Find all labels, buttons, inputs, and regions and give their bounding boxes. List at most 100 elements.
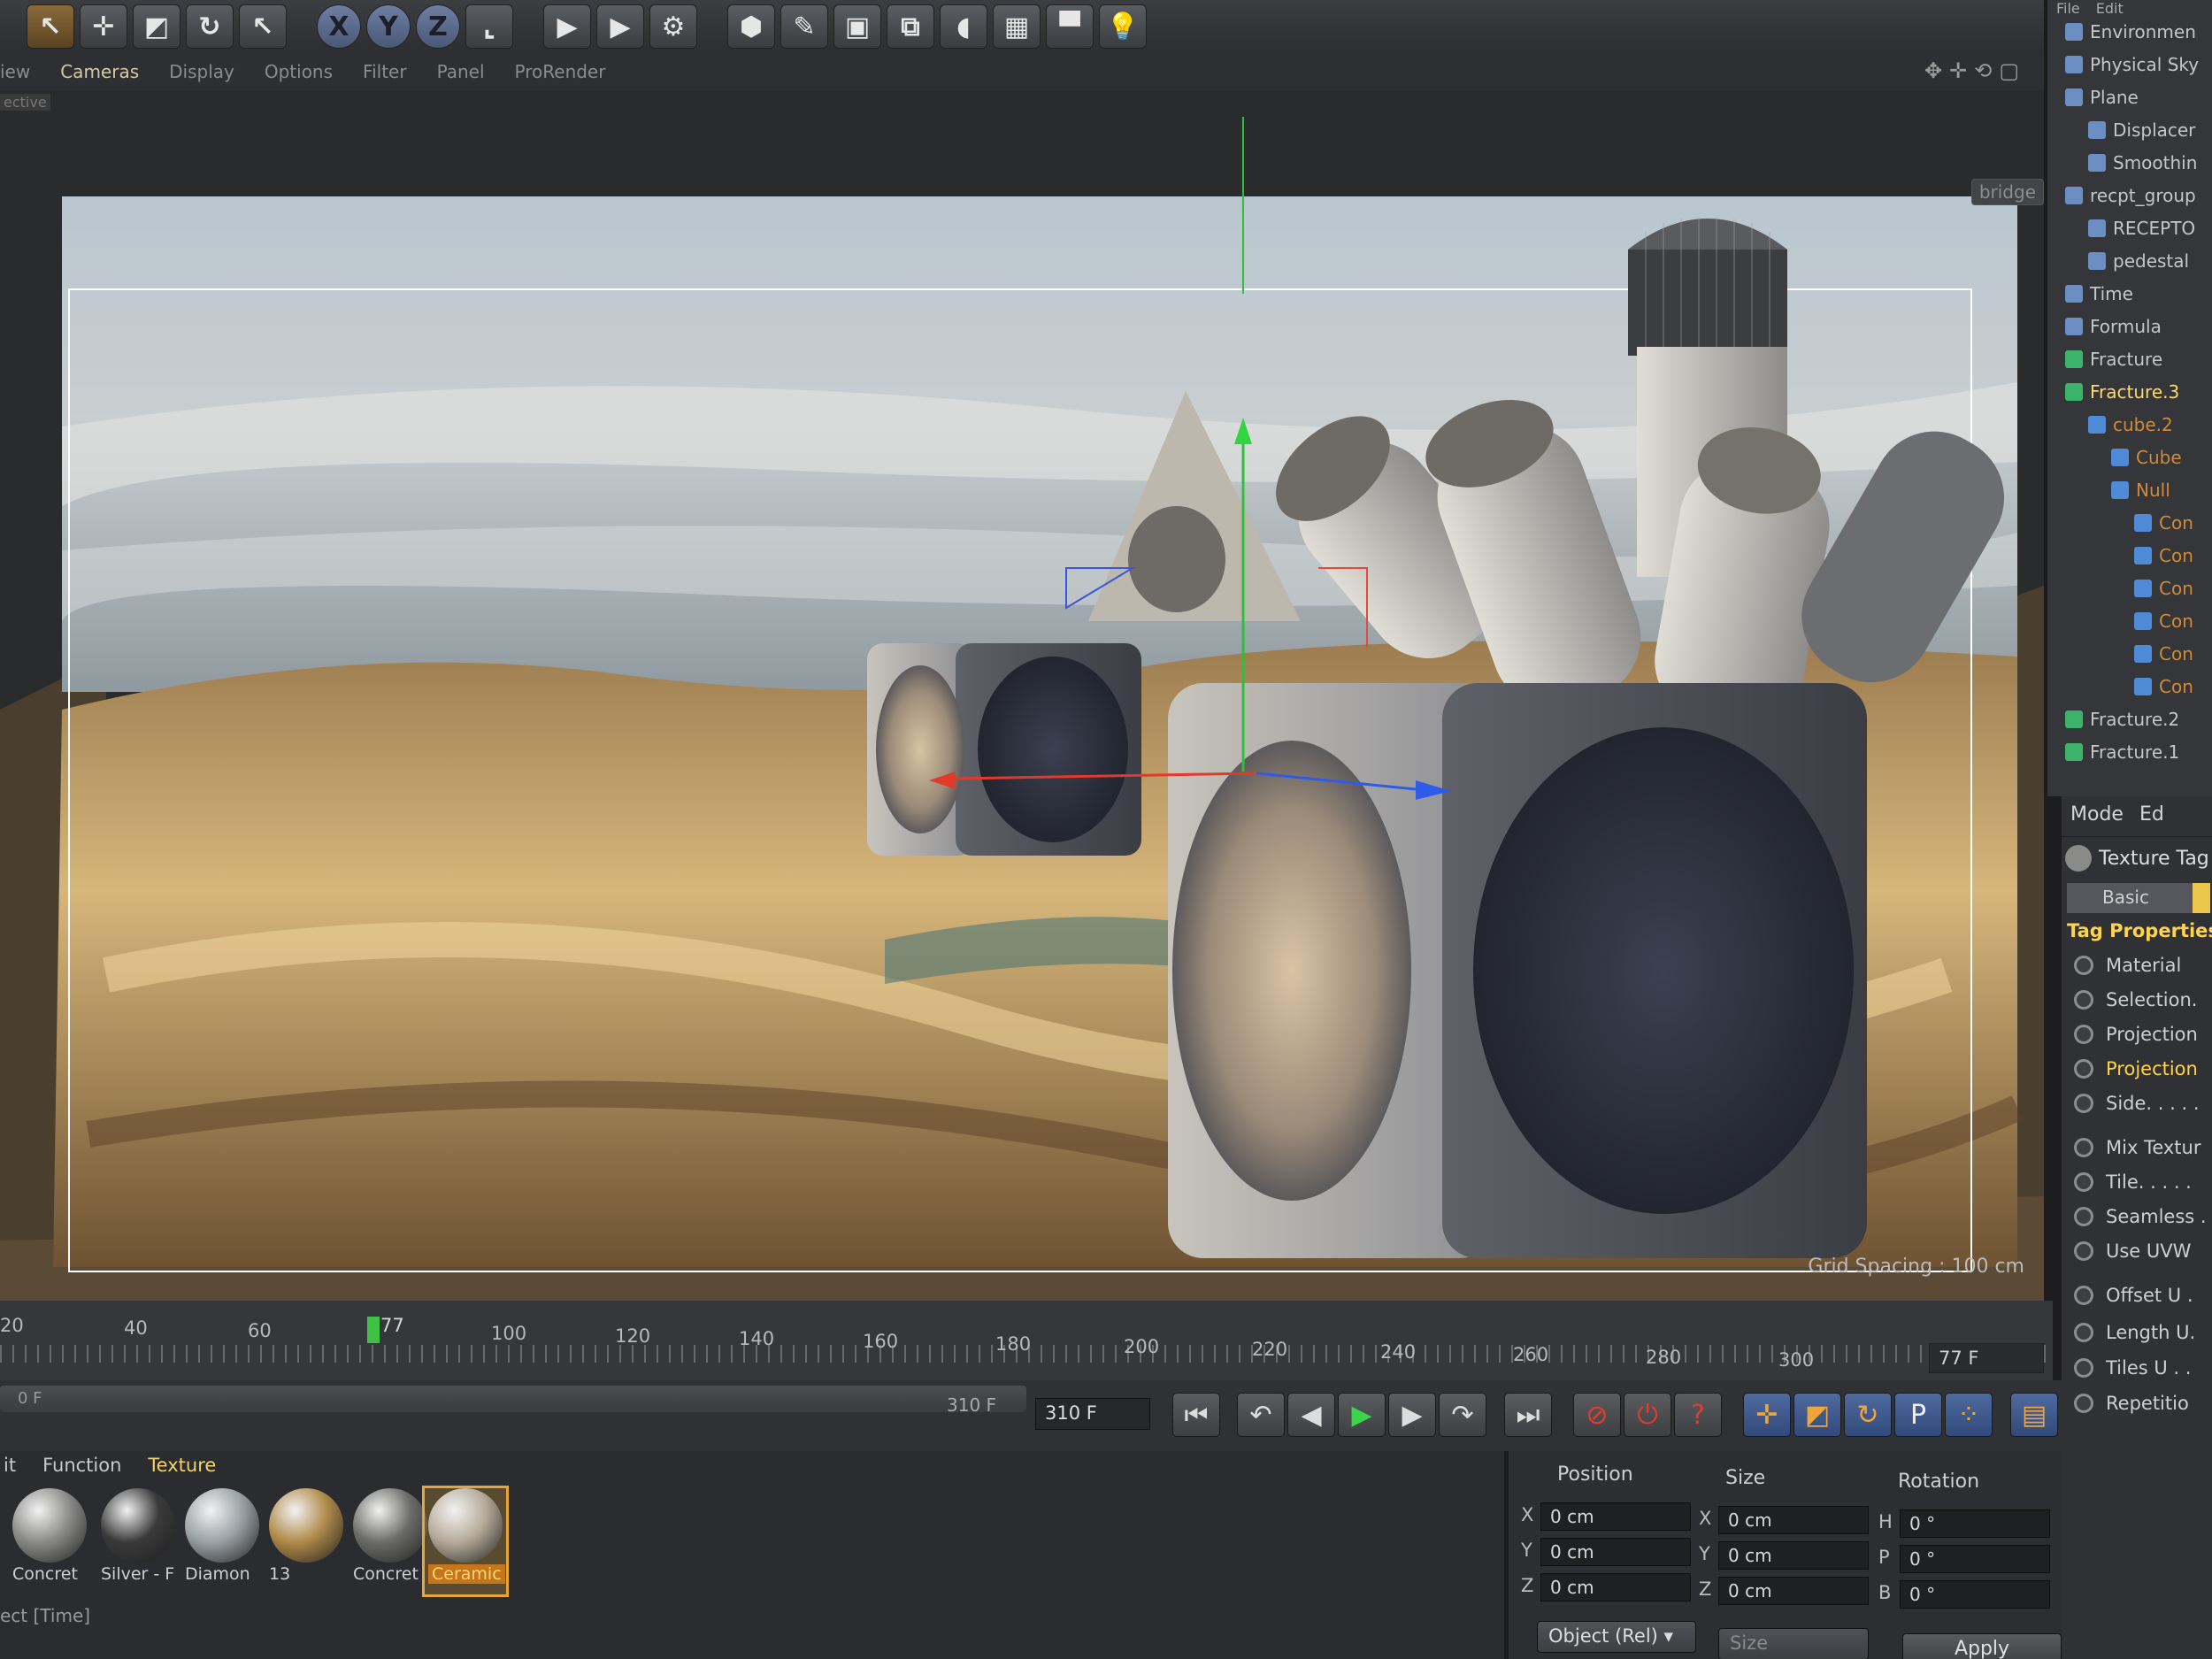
object-tree-item[interactable]: Fracture xyxy=(2065,343,2162,375)
x-axis-lock[interactable]: X xyxy=(317,4,361,49)
object-tree-item[interactable]: recpt_group xyxy=(2065,180,2196,211)
object-tree-item[interactable]: Con xyxy=(2134,605,2193,637)
object-menu-item[interactable]: File xyxy=(2056,0,2080,17)
object-tree-item[interactable]: Fracture.1 xyxy=(2065,736,2179,768)
animate-radio-icon[interactable] xyxy=(2074,1286,2093,1305)
timeline-window-button[interactable]: ▤ xyxy=(2010,1393,2058,1437)
record-point-level-button[interactable]: ⁘ xyxy=(1945,1393,1993,1437)
rotation-b-field[interactable]: 0 ° xyxy=(1900,1580,2050,1609)
view-menu-item-options[interactable]: Options xyxy=(265,61,333,82)
object-tree-item[interactable]: Con xyxy=(2134,507,2193,539)
render-settings-icon[interactable]: ⚙ xyxy=(649,4,697,49)
size-y-field[interactable]: 0 cm xyxy=(1718,1541,1869,1570)
tag-property-row[interactable]: Length U. xyxy=(2074,1318,2195,1347)
animate-radio-icon[interactable] xyxy=(2074,1394,2093,1413)
object-tree-item[interactable]: RECEPTO xyxy=(2088,212,2195,244)
position-y-field[interactable]: 0 cm xyxy=(1540,1538,1691,1566)
object-tree-item[interactable]: Plane xyxy=(2065,81,2139,113)
object-menu-item[interactable]: Edit xyxy=(2096,0,2124,17)
apply-button[interactable]: Apply xyxy=(1902,1633,2062,1659)
coordinate-mode-dropdown[interactable]: Object (Rel) ▾ xyxy=(1537,1621,1696,1653)
record-active-objects-button[interactable]: ⊘ xyxy=(1573,1393,1621,1437)
animate-radio-icon[interactable] xyxy=(2074,1025,2093,1044)
tab-basic[interactable]: Basic xyxy=(2067,883,2200,913)
rotate-icon[interactable]: ↻ xyxy=(186,4,234,49)
animate-radio-icon[interactable] xyxy=(2074,1172,2093,1192)
object-tree-item[interactable]: Displacer xyxy=(2088,114,2195,146)
previous-frame-button[interactable]: ◀ xyxy=(1287,1393,1335,1437)
camera-icon[interactable]: ▀ xyxy=(1046,4,1094,49)
tag-property-row[interactable]: Material xyxy=(2074,951,2181,979)
position-z-field[interactable]: 0 cm xyxy=(1540,1573,1691,1601)
tab-tag-marker[interactable] xyxy=(2193,883,2210,913)
render-picture-viewer-icon[interactable]: ▶ xyxy=(596,4,644,49)
view-menu-item-prorender[interactable]: ProRender xyxy=(515,61,606,82)
record-position-button[interactable]: ✛ xyxy=(1743,1393,1791,1437)
tag-property-row[interactable]: Seamless . xyxy=(2074,1202,2207,1231)
material-swatch[interactable]: Ceramic xyxy=(422,1486,509,1597)
light-icon[interactable]: 💡 xyxy=(1099,4,1147,49)
move-icon[interactable]: ✛ xyxy=(80,4,127,49)
bridge-badge[interactable]: bridge xyxy=(1970,179,2044,205)
record-scale-button[interactable]: ◩ xyxy=(1793,1393,1841,1437)
array-icon[interactable]: ⧉ xyxy=(887,4,934,49)
timeline-ruler[interactable]: 77 77 F 20 40 60 100 120 140 160 180 200 220 240 26… xyxy=(0,1301,2053,1380)
object-tree-item[interactable]: Con xyxy=(2134,572,2193,604)
animate-radio-icon[interactable] xyxy=(2074,1059,2093,1079)
pen-icon[interactable]: ✎ xyxy=(780,4,828,49)
view-menu-item-panel[interactable]: Panel xyxy=(437,61,485,82)
previous-keyframe-button[interactable]: ↶ xyxy=(1237,1393,1285,1437)
go-to-end-button[interactable]: ⏭ xyxy=(1504,1393,1552,1437)
view-menu-item-display[interactable]: Display xyxy=(169,61,234,82)
floor-icon[interactable]: ▦ xyxy=(993,4,1041,49)
object-tree-item[interactable]: Null xyxy=(2111,474,2170,506)
position-x-field[interactable]: 0 cm xyxy=(1540,1502,1691,1531)
object-tree-item[interactable]: Time xyxy=(2065,278,2133,310)
cube-icon[interactable]: ⬢ xyxy=(727,4,775,49)
object-tree-item[interactable]: pedestal xyxy=(2088,245,2189,277)
animate-radio-icon[interactable] xyxy=(2074,990,2093,1010)
render-view-icon[interactable]: ▶ xyxy=(543,4,591,49)
viewport-navigation-icons[interactable]: ✥✛⟲▢ xyxy=(1924,58,2026,83)
record-rotation-button[interactable]: ↻ xyxy=(1844,1393,1892,1437)
material-menu-item[interactable]: Texture xyxy=(148,1451,216,1483)
coordinate-system-icon[interactable]: ⌞ xyxy=(465,4,513,49)
preview-range-slider[interactable]: 0 F 310 F xyxy=(0,1386,1026,1416)
tag-property-row[interactable]: Projection xyxy=(2074,1020,2198,1048)
object-tree-item[interactable]: Fracture.2 xyxy=(2065,703,2179,735)
size-mode-dropdown[interactable]: Size xyxy=(1718,1628,1869,1659)
object-tree-item[interactable]: Con xyxy=(2134,540,2193,572)
play-button[interactable]: ▶ xyxy=(1338,1393,1386,1437)
animate-radio-icon[interactable] xyxy=(2074,956,2093,975)
object-tree-item[interactable]: Con xyxy=(2134,671,2193,703)
tag-property-row[interactable]: Tile. . . . . xyxy=(2074,1168,2192,1196)
tag-property-row[interactable]: Offset U . xyxy=(2074,1281,2193,1310)
attribute-menu-item[interactable]: Mode xyxy=(2070,803,2124,829)
keyframe-selection-button[interactable]: ? xyxy=(1674,1393,1722,1437)
animate-radio-icon[interactable] xyxy=(2074,1138,2093,1157)
view-menu-item-iew[interactable]: iew xyxy=(0,61,30,82)
view-menu-item-cameras[interactable]: Cameras xyxy=(60,61,139,82)
last-tool-icon[interactable]: ↖ xyxy=(239,4,287,49)
playhead[interactable] xyxy=(367,1317,380,1343)
object-tree-item[interactable]: Fracture.3 xyxy=(2065,376,2179,408)
live-selection-icon[interactable]: ↖ xyxy=(27,4,74,49)
object-tree-item[interactable]: Physical Sky xyxy=(2065,49,2199,81)
max-frame-field[interactable]: 310 F xyxy=(1035,1398,1150,1430)
perspective-viewport[interactable]: ective bridge Grid Spacing : 100 cm xyxy=(0,90,2044,1301)
animate-radio-icon[interactable] xyxy=(2074,1241,2093,1261)
scale-icon[interactable]: ◩ xyxy=(133,4,180,49)
rotation-p-field[interactable]: 0 ° xyxy=(1900,1545,2050,1573)
object-tree-item[interactable]: Con xyxy=(2134,638,2193,670)
size-x-field[interactable]: 0 cm xyxy=(1718,1506,1869,1534)
tag-property-row[interactable]: Repetitio xyxy=(2074,1389,2189,1417)
rotation-h-field[interactable]: 0 ° xyxy=(1900,1509,2050,1538)
subdivision-icon[interactable]: ▣ xyxy=(833,4,881,49)
tag-property-row[interactable]: Selection. xyxy=(2074,986,2197,1014)
deformer-icon[interactable]: ◖ xyxy=(940,4,987,49)
tag-property-row[interactable]: Projection xyxy=(2074,1055,2198,1083)
autokeying-button[interactable]: ⏻ xyxy=(1624,1393,1671,1437)
record-parameter-button[interactable]: P xyxy=(1894,1393,1942,1437)
tag-property-row[interactable]: Side. . . . . xyxy=(2074,1089,2200,1118)
z-axis-lock[interactable]: Z xyxy=(416,4,460,49)
